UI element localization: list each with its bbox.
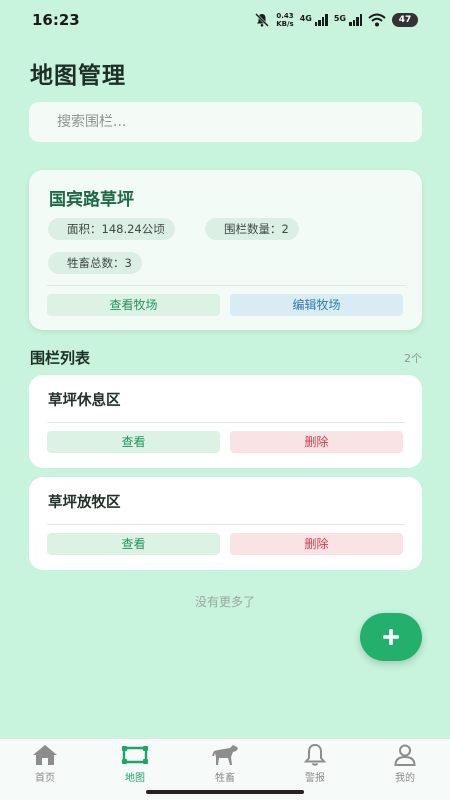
user-icon bbox=[394, 744, 416, 766]
fence-name: 草坪休息区 bbox=[48, 393, 121, 409]
tab-home[interactable]: 首页 bbox=[0, 739, 90, 791]
view-fence-button[interactable]: 查看 bbox=[47, 431, 220, 453]
status-bar: 16:23 0.43 KB/s 4G 5G 47 bbox=[0, 0, 450, 40]
wifi-icon bbox=[368, 13, 386, 27]
farm-area-chip: 面积：148.24公顷 bbox=[48, 218, 175, 240]
home-indicator[interactable] bbox=[146, 790, 304, 794]
map-icon bbox=[122, 746, 148, 764]
farm-card-divider bbox=[47, 285, 405, 286]
tab-label: 警报 bbox=[305, 773, 325, 784]
view-fence-button[interactable]: 查看 bbox=[47, 533, 220, 555]
signal-1-icon bbox=[314, 14, 328, 26]
plus-icon bbox=[383, 629, 399, 645]
add-fence-button[interactable] bbox=[360, 613, 422, 661]
no-more-text: 没有更多了 bbox=[194, 595, 255, 609]
signal-2-icon bbox=[349, 14, 362, 26]
tab-label: 我的 bbox=[395, 773, 415, 784]
tab-alert[interactable]: 警报 bbox=[270, 739, 360, 791]
bell-icon bbox=[303, 743, 327, 766]
signal-1-label: 4G bbox=[299, 14, 312, 23]
tab-label: 牲畜 bbox=[215, 773, 235, 784]
fence-card: 草坪放牧区 查看 删除 bbox=[29, 477, 422, 570]
tab-mine[interactable]: 我的 bbox=[360, 739, 450, 791]
battery-icon: 47 bbox=[392, 13, 418, 27]
fence-list-count: 2个 bbox=[404, 352, 422, 365]
fence-card-divider bbox=[47, 422, 405, 423]
farm-card: 国宾路草坪 面积：148.24公顷 围栏数量：2 牲畜总数：3 查看牧场 编辑牧… bbox=[29, 170, 422, 330]
home-icon bbox=[33, 745, 57, 765]
signal-2-label: 5G bbox=[333, 14, 346, 23]
mute-bell-icon bbox=[255, 13, 270, 27]
tab-label: 地图 bbox=[125, 773, 145, 784]
delete-fence-button[interactable]: 删除 bbox=[230, 533, 403, 555]
status-icons: 0.43 KB/s 4G 5G 47 bbox=[254, 12, 418, 28]
farm-name: 国宾路草坪 bbox=[49, 190, 134, 210]
page-title: 地图管理 bbox=[30, 63, 126, 89]
fence-card-divider bbox=[47, 524, 405, 525]
fence-card: 草坪休息区 查看 删除 bbox=[29, 375, 422, 468]
farm-livestock-chip: 牲畜总数：3 bbox=[48, 252, 142, 274]
view-farm-button[interactable]: 查看牧场 bbox=[47, 294, 220, 316]
status-time: 16:23 bbox=[32, 11, 80, 29]
search-input[interactable] bbox=[29, 102, 422, 142]
horse-icon bbox=[212, 745, 238, 765]
edit-farm-button[interactable]: 编辑牧场 bbox=[230, 294, 403, 316]
fence-list-title: 围栏列表 bbox=[30, 349, 91, 367]
tab-livestock[interactable]: 牲畜 bbox=[180, 739, 270, 791]
delete-fence-button[interactable]: 删除 bbox=[230, 431, 403, 453]
tab-label: 首页 bbox=[35, 773, 55, 784]
tab-map[interactable]: 地图 bbox=[90, 739, 180, 791]
net-speed: 0.43 KB/s bbox=[276, 12, 294, 28]
fence-name: 草坪放牧区 bbox=[48, 495, 121, 511]
farm-fence-count-chip: 围栏数量：2 bbox=[205, 218, 299, 240]
